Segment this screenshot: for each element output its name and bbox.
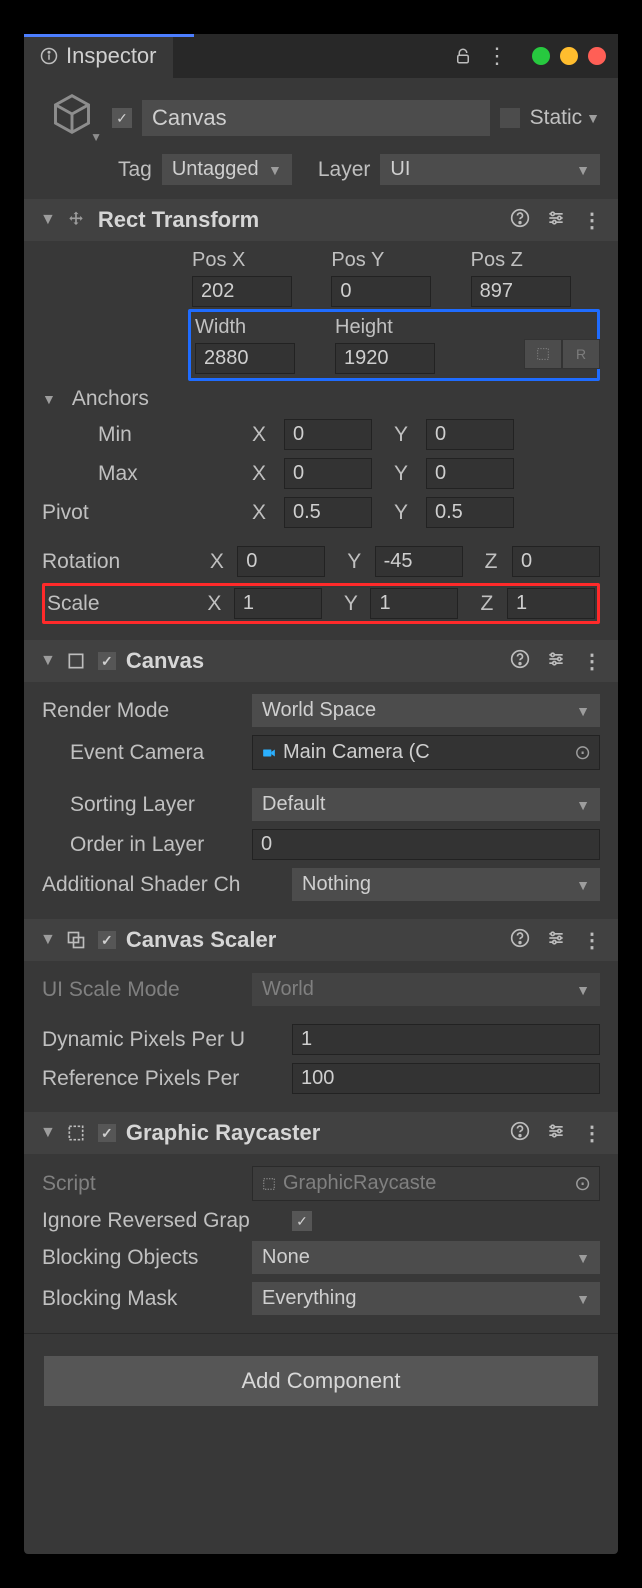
graphic-raycaster-enabled-checkbox[interactable]: ✓ (98, 1124, 116, 1142)
presets-icon[interactable] (546, 208, 566, 233)
ignore-reversed-checkbox[interactable]: ✓ (292, 1211, 312, 1231)
render-mode-dropdown[interactable]: World Space▼ (252, 694, 600, 727)
layer-dropdown[interactable]: UI▼ (380, 154, 600, 185)
help-icon[interactable] (510, 1121, 530, 1146)
presets-icon[interactable] (546, 928, 566, 953)
component-header-canvas-scaler[interactable]: ▼ ✓ Canvas Scaler ⋮ (24, 919, 618, 961)
rect-transform-icon (66, 210, 88, 230)
help-icon[interactable] (510, 928, 530, 953)
foldout-icon[interactable]: ▼ (40, 652, 56, 670)
script-icon (261, 1176, 277, 1192)
traffic-yellow[interactable] (560, 47, 578, 65)
anchor-min-y[interactable] (426, 419, 514, 450)
foldout-icon[interactable]: ▼ (40, 931, 56, 949)
pos-y-input[interactable] (331, 276, 431, 307)
additional-shader-dropdown[interactable]: Nothing▼ (292, 868, 600, 901)
blocking-objects-dropdown[interactable]: None▼ (252, 1241, 600, 1274)
help-icon[interactable] (510, 208, 530, 233)
kebab-icon[interactable]: ⋮ (582, 649, 602, 674)
rot-x[interactable] (237, 546, 325, 577)
anchors-label: Anchors (72, 387, 149, 411)
tag-dropdown[interactable]: Untagged▼ (162, 154, 292, 185)
anchor-max-y[interactable] (426, 458, 514, 489)
foldout-icon[interactable]: ▼ (42, 391, 56, 407)
gameobject-icon[interactable]: ▼ (42, 92, 102, 144)
gameobject-name-input[interactable] (142, 100, 490, 136)
layer-label: Layer (318, 158, 371, 182)
traffic-green[interactable] (532, 47, 550, 65)
rot-y[interactable] (375, 546, 463, 577)
kebab-icon[interactable]: ⋮ (582, 208, 602, 233)
static-checkbox[interactable] (500, 108, 520, 128)
graphic-raycaster-icon (66, 1123, 88, 1143)
tab-bar: Inspector ⋮ (24, 34, 618, 78)
canvas-icon (66, 651, 88, 671)
order-in-layer-input[interactable] (252, 829, 600, 860)
pos-z-input[interactable] (471, 276, 571, 307)
blocking-mask-dropdown[interactable]: Everything▼ (252, 1282, 600, 1315)
foldout-icon[interactable]: ▼ (40, 211, 56, 229)
object-picker-icon[interactable]: ⊙ (574, 740, 591, 765)
anchor-max-x[interactable] (284, 458, 372, 489)
canvas-scaler-enabled-checkbox[interactable]: ✓ (98, 931, 116, 949)
info-icon (40, 47, 58, 65)
presets-icon[interactable] (546, 1121, 566, 1146)
scale-y[interactable] (370, 588, 458, 619)
reference-pixels-input[interactable] (292, 1063, 600, 1094)
help-icon[interactable] (510, 649, 530, 674)
pos-x-input[interactable] (192, 276, 292, 307)
canvas-scaler-icon (66, 930, 88, 950)
blueprint-mode-button[interactable] (524, 339, 562, 369)
enabled-checkbox[interactable]: ✓ (112, 108, 132, 128)
object-picker-icon: ⊙ (574, 1171, 591, 1196)
height-input[interactable] (335, 343, 435, 374)
highlight-scale: ScaleXYZ (42, 583, 600, 624)
rot-z[interactable] (512, 546, 600, 577)
chevron-down-icon[interactable]: ▼ (586, 110, 600, 126)
pivot-x[interactable] (284, 497, 372, 528)
tab-inspector[interactable]: Inspector (24, 34, 173, 78)
add-component-button[interactable]: Add Component (44, 1356, 598, 1406)
scale-x[interactable] (234, 588, 322, 619)
ui-scale-mode-dropdown: World▼ (252, 973, 600, 1006)
component-header-graphic-raycaster[interactable]: ▼ ✓ Graphic Raycaster ⋮ (24, 1112, 618, 1154)
component-header-rect-transform[interactable]: ▼ Rect Transform ⋮ (24, 199, 618, 241)
presets-icon[interactable] (546, 649, 566, 674)
dynamic-pixels-input[interactable] (292, 1024, 600, 1055)
raw-mode-button[interactable]: R (562, 339, 600, 369)
traffic-red[interactable] (588, 47, 606, 65)
component-header-canvas[interactable]: ▼ ✓ Canvas ⋮ (24, 640, 618, 682)
script-field: GraphicRaycaste ⊙ (252, 1166, 600, 1201)
canvas-enabled-checkbox[interactable]: ✓ (98, 652, 116, 670)
pivot-y[interactable] (426, 497, 514, 528)
event-camera-field[interactable]: Main Camera (C ⊙ (252, 735, 600, 770)
tab-label: Inspector (66, 43, 157, 69)
camera-icon (261, 746, 277, 760)
static-label: Static (530, 106, 583, 130)
lock-icon[interactable] (454, 47, 472, 65)
width-input[interactable] (195, 343, 295, 374)
scale-z[interactable] (507, 588, 595, 619)
kebab-icon[interactable]: ⋮ (582, 928, 602, 953)
tag-label: Tag (118, 158, 152, 182)
anchor-min-x[interactable] (284, 419, 372, 450)
chevron-down-icon[interactable]: ▼ (90, 130, 102, 144)
sorting-layer-dropdown[interactable]: Default▼ (252, 788, 600, 821)
kebab-icon[interactable]: ⋮ (486, 43, 508, 69)
kebab-icon[interactable]: ⋮ (582, 1121, 602, 1146)
foldout-icon[interactable]: ▼ (40, 1124, 56, 1142)
